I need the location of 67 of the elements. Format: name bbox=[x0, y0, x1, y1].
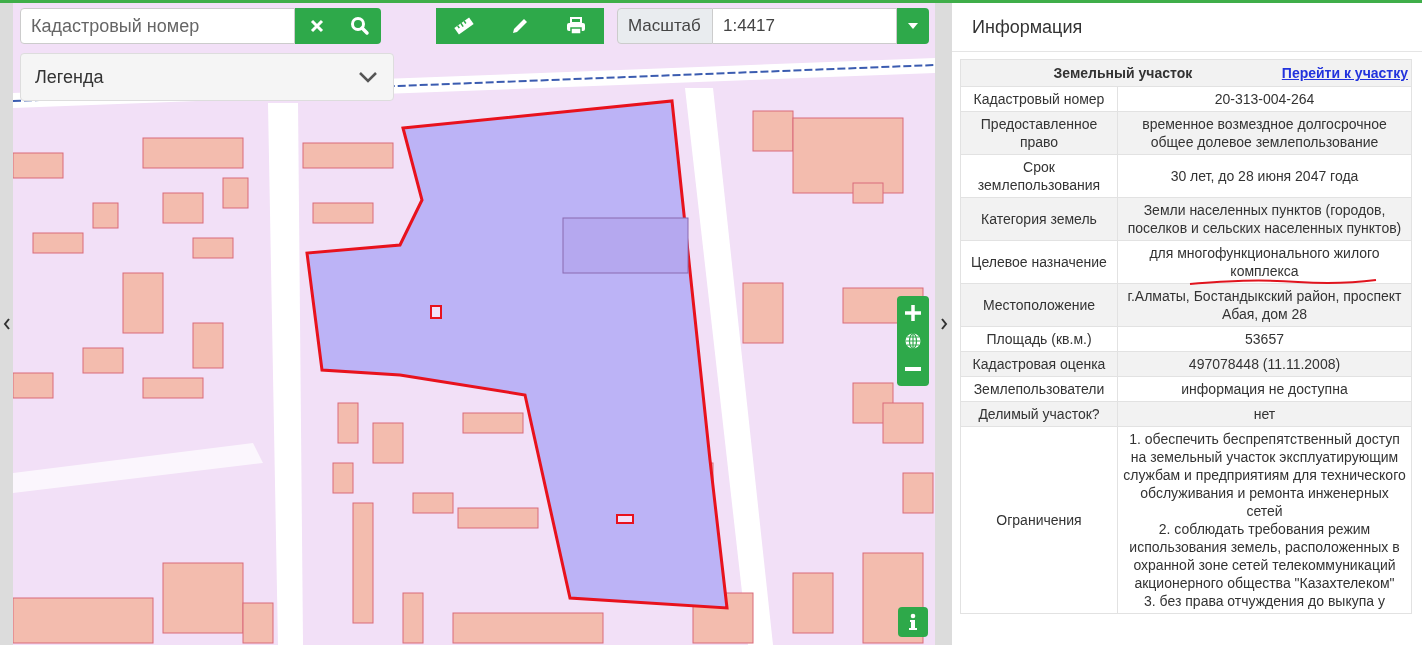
table-cell: информация не доступна bbox=[1117, 376, 1412, 402]
table-cell: Площадь (кв.м.) bbox=[960, 326, 1118, 352]
building-shape bbox=[13, 372, 54, 399]
table-cell: Делимый участок? bbox=[960, 401, 1118, 427]
table-cell: Ограничения bbox=[960, 426, 1118, 614]
table-cell: 53657 bbox=[1117, 326, 1412, 352]
table-cell: 1. обеспечить беспрепятственный доступ на земельный участок эксплуатирующим службам и предприятиям для технического обслуживания и ремонта инженерных сетей 2. соблюдать требования режим использования земель, расположенных в охранной зоне сетей телекоммуникаций акционерного общества "Казахтелеком" 3. без права отчуждения до выкупа у bbox=[1117, 426, 1412, 614]
building-shape bbox=[162, 192, 204, 224]
building-shape bbox=[332, 462, 354, 494]
building-shape bbox=[13, 152, 64, 179]
table-cell: Земли населенных пунктов (городов, поселков и сельских населенных пунктов) bbox=[1117, 197, 1412, 241]
table-cell: Категория земель bbox=[960, 197, 1118, 241]
chevron-left-icon[interactable] bbox=[2, 318, 11, 330]
table-cell: нет bbox=[1117, 401, 1412, 427]
minus-icon bbox=[905, 367, 921, 371]
table-cell: 497078448 (11.11.2008) bbox=[1117, 351, 1412, 377]
table-cell: Предоставленное право bbox=[960, 111, 1118, 155]
search-button[interactable] bbox=[338, 8, 381, 44]
building-shape bbox=[882, 402, 924, 444]
building-shape bbox=[32, 232, 84, 254]
table-cell: Кадастровый номер bbox=[960, 86, 1118, 112]
scale-field[interactable]: 1:4417 bbox=[713, 8, 897, 44]
building-shape bbox=[742, 282, 784, 344]
clear-button[interactable] bbox=[295, 8, 338, 44]
go-to-parcel-link[interactable]: Перейти к участку bbox=[1281, 64, 1408, 82]
table-cell: Целевое назначение bbox=[960, 240, 1118, 284]
selected-parcel[interactable] bbox=[305, 99, 729, 610]
parcel-marker bbox=[430, 305, 442, 319]
scale-label: Масштаб bbox=[617, 8, 713, 44]
search-field[interactable]: Кадастровый номер bbox=[20, 8, 295, 44]
chevron-right-icon[interactable] bbox=[939, 318, 948, 330]
table-cell: 20-313-004-264 bbox=[1117, 86, 1412, 112]
building-shape bbox=[82, 347, 124, 374]
printer-icon bbox=[566, 16, 586, 36]
building-shape bbox=[222, 177, 249, 209]
search-icon bbox=[349, 16, 370, 36]
table-cell: 30 лет, до 28 июня 2047 года bbox=[1117, 154, 1412, 198]
table-cell: Местоположение bbox=[960, 283, 1118, 327]
building-shape bbox=[402, 592, 424, 644]
table-heading: Земельный участок bbox=[1052, 64, 1194, 82]
scale-dropdown-button[interactable] bbox=[897, 8, 929, 44]
legend-dropdown[interactable]: Легенда bbox=[20, 53, 394, 101]
building-shape bbox=[337, 402, 359, 444]
building-shape bbox=[142, 377, 204, 399]
table-cell: временное возмездное долгосрочное общее долевое землепользование bbox=[1117, 111, 1412, 155]
caret-icon bbox=[908, 23, 918, 29]
table-cell: Кадастровая оценка bbox=[960, 351, 1118, 377]
parcel-marker bbox=[616, 514, 634, 524]
building-shape bbox=[372, 422, 404, 464]
building-shape bbox=[412, 492, 454, 514]
globe-icon bbox=[903, 331, 923, 351]
building-shape bbox=[902, 472, 934, 514]
building-shape bbox=[192, 237, 234, 259]
pencil-icon bbox=[510, 16, 530, 36]
plus-icon bbox=[903, 303, 923, 323]
table-cell: г.Алматы, Бостандыкский район, проспект Абая, дом 28 bbox=[1117, 283, 1412, 327]
table-cell: Землепользователи bbox=[960, 376, 1118, 402]
building-shape bbox=[462, 412, 524, 434]
table-cell: Срок землепользования bbox=[960, 154, 1118, 198]
building-shape bbox=[792, 572, 834, 634]
building-shape bbox=[312, 202, 374, 224]
building-shape bbox=[192, 322, 224, 369]
panel-title: Информация bbox=[952, 3, 1422, 52]
building-shape bbox=[122, 272, 164, 334]
chevron-down-icon bbox=[359, 71, 377, 83]
building-shape bbox=[92, 202, 119, 229]
info-button[interactable] bbox=[898, 607, 928, 637]
